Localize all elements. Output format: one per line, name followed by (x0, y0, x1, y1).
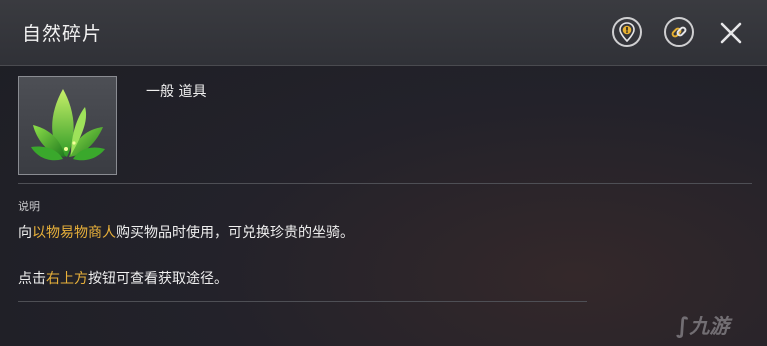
item-icon-frame (18, 76, 117, 175)
divider (18, 183, 752, 184)
text: 购买物品时使用，可兑换珍贵的坐骑。 (116, 225, 354, 241)
watermark-logo-icon: ∫ (676, 314, 690, 339)
top-right-highlight: 右上方 (46, 271, 88, 287)
tooltip-header: 自然碎片 (0, 0, 767, 66)
text: 按钮可查看获取途径。 (88, 271, 228, 287)
watermark-text: 九游 (689, 314, 730, 338)
close-button[interactable] (718, 20, 744, 46)
chain-link-icon (671, 26, 687, 38)
item-tooltip-panel: 自然碎片 一般 道具 说明 向以物易物商人购买物品时使用，可兑换珍贵的坐骑。 点… (0, 0, 767, 346)
item-type-label: 一般 道具 (146, 84, 207, 100)
item-title: 自然碎片 (22, 23, 103, 45)
merchant-highlight: 以物易物商人 (32, 225, 116, 241)
locate-button[interactable] (612, 17, 642, 47)
link-button[interactable] (664, 17, 694, 47)
close-icon (720, 22, 742, 44)
map-pin-exclamation-icon (619, 22, 635, 42)
description-label: 说明 (18, 200, 40, 213)
text: 向 (18, 225, 32, 241)
green-leaf-plant-icon (31, 89, 105, 161)
text: 点击 (18, 271, 46, 287)
watermark: ∫九游 (676, 310, 729, 339)
description-line-1: 向以物易物商人购买物品时使用，可兑换珍贵的坐骑。 (18, 222, 354, 242)
description-line-2: 点击右上方按钮可查看获取途径。 (18, 268, 228, 288)
divider (18, 301, 587, 302)
